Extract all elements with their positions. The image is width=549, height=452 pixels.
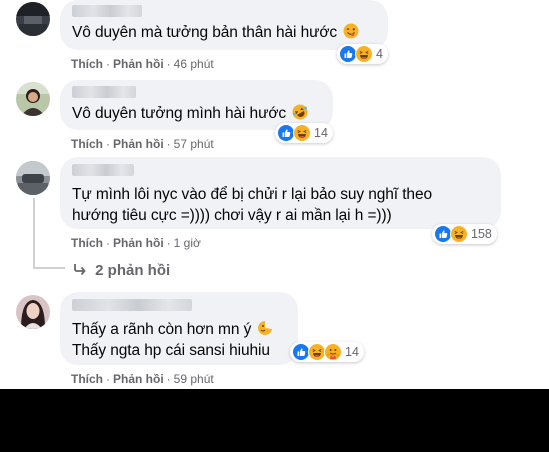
- comment-bubble: Vô duyên mà tưởng bản thân hài hước: [60, 0, 388, 50]
- haha-icon: [450, 225, 468, 243]
- commenter-name-blurred[interactable]: [72, 299, 192, 311]
- avatar[interactable]: [16, 295, 50, 329]
- like-button[interactable]: Thích: [71, 57, 103, 71]
- like-button[interactable]: Thích: [71, 236, 103, 250]
- reaction-summary[interactable]: 4: [337, 44, 388, 64]
- reaction-count: 14: [314, 126, 328, 140]
- comment-text-line-2: Thấy ngta hp cái sansi hiuhiu: [72, 342, 270, 359]
- comment-text: Tự mình lôi nyc vào để bị chửi r lại bảo…: [72, 186, 432, 203]
- like-button[interactable]: Thích: [71, 137, 103, 151]
- comment-text-line-2: hướng tiêu cực =)))) chơi vậy r ai mần l…: [72, 207, 392, 224]
- commenter-name-blurred[interactable]: [72, 164, 134, 176]
- reaction-summary[interactable]: 158: [432, 224, 497, 244]
- reply-arrow-icon: [73, 262, 87, 279]
- reply-button[interactable]: Phản hồi: [113, 57, 164, 71]
- wink-tongue-emoji: [343, 23, 359, 45]
- haha-icon: [293, 124, 311, 142]
- comment-bubble: Tự mình lôi nyc vào để bị chửi r lại bảo…: [60, 157, 501, 229]
- comment-text: Vô duyên mà tưởng bản thân hài hước: [72, 22, 359, 45]
- replies-label: 2 phản hồi: [95, 262, 171, 279]
- reply-button[interactable]: Phản hồi: [113, 137, 164, 151]
- avatar[interactable]: [16, 161, 50, 195]
- reaction-summary[interactable]: 14: [275, 123, 333, 143]
- thread-connector: [33, 198, 35, 268]
- reaction-count: 158: [471, 227, 492, 241]
- comment-actions: Thích · Phản hồi · 57 phút: [71, 137, 214, 151]
- reply-button[interactable]: Phản hồi: [113, 372, 164, 386]
- care-icon: [324, 343, 342, 361]
- timestamp[interactable]: 59 phút: [174, 372, 214, 386]
- black-bottom-bar: [0, 389, 549, 452]
- comment-actions: Thích · Phản hồi · 59 phút: [71, 372, 214, 386]
- reply-button[interactable]: Phản hồi: [113, 236, 164, 250]
- comment-bubble: Thấy a rãnh còn hơn mn ý Thấy ngta hp cá…: [60, 292, 298, 365]
- avatar[interactable]: [16, 2, 50, 36]
- comment-text: Vô duyên tưởng mình hài hước: [72, 103, 308, 126]
- comment-actions: Thích · Phản hồi · 1 giờ: [71, 236, 201, 250]
- timestamp[interactable]: 57 phút: [174, 137, 214, 151]
- comment-actions: Thích · Phản hồi · 46 phút: [71, 57, 214, 71]
- view-replies-link[interactable]: 2 phản hồi: [73, 262, 170, 279]
- like-button[interactable]: Thích: [71, 372, 103, 386]
- haha-icon: [355, 45, 373, 63]
- comment-text: Thấy a rãnh còn hơn mn ý: [72, 319, 273, 342]
- timestamp[interactable]: 46 phút: [174, 57, 214, 71]
- reaction-count: 4: [376, 47, 383, 61]
- sparkle-face-emoji: [257, 320, 273, 342]
- commenter-name-blurred[interactable]: [72, 5, 142, 17]
- thread-connector: [33, 267, 65, 269]
- avatar[interactable]: [16, 82, 50, 116]
- reaction-summary[interactable]: 14: [290, 342, 364, 362]
- commenter-name-blurred[interactable]: [72, 86, 136, 98]
- reaction-count: 14: [345, 345, 359, 359]
- timestamp[interactable]: 1 giờ: [174, 236, 201, 250]
